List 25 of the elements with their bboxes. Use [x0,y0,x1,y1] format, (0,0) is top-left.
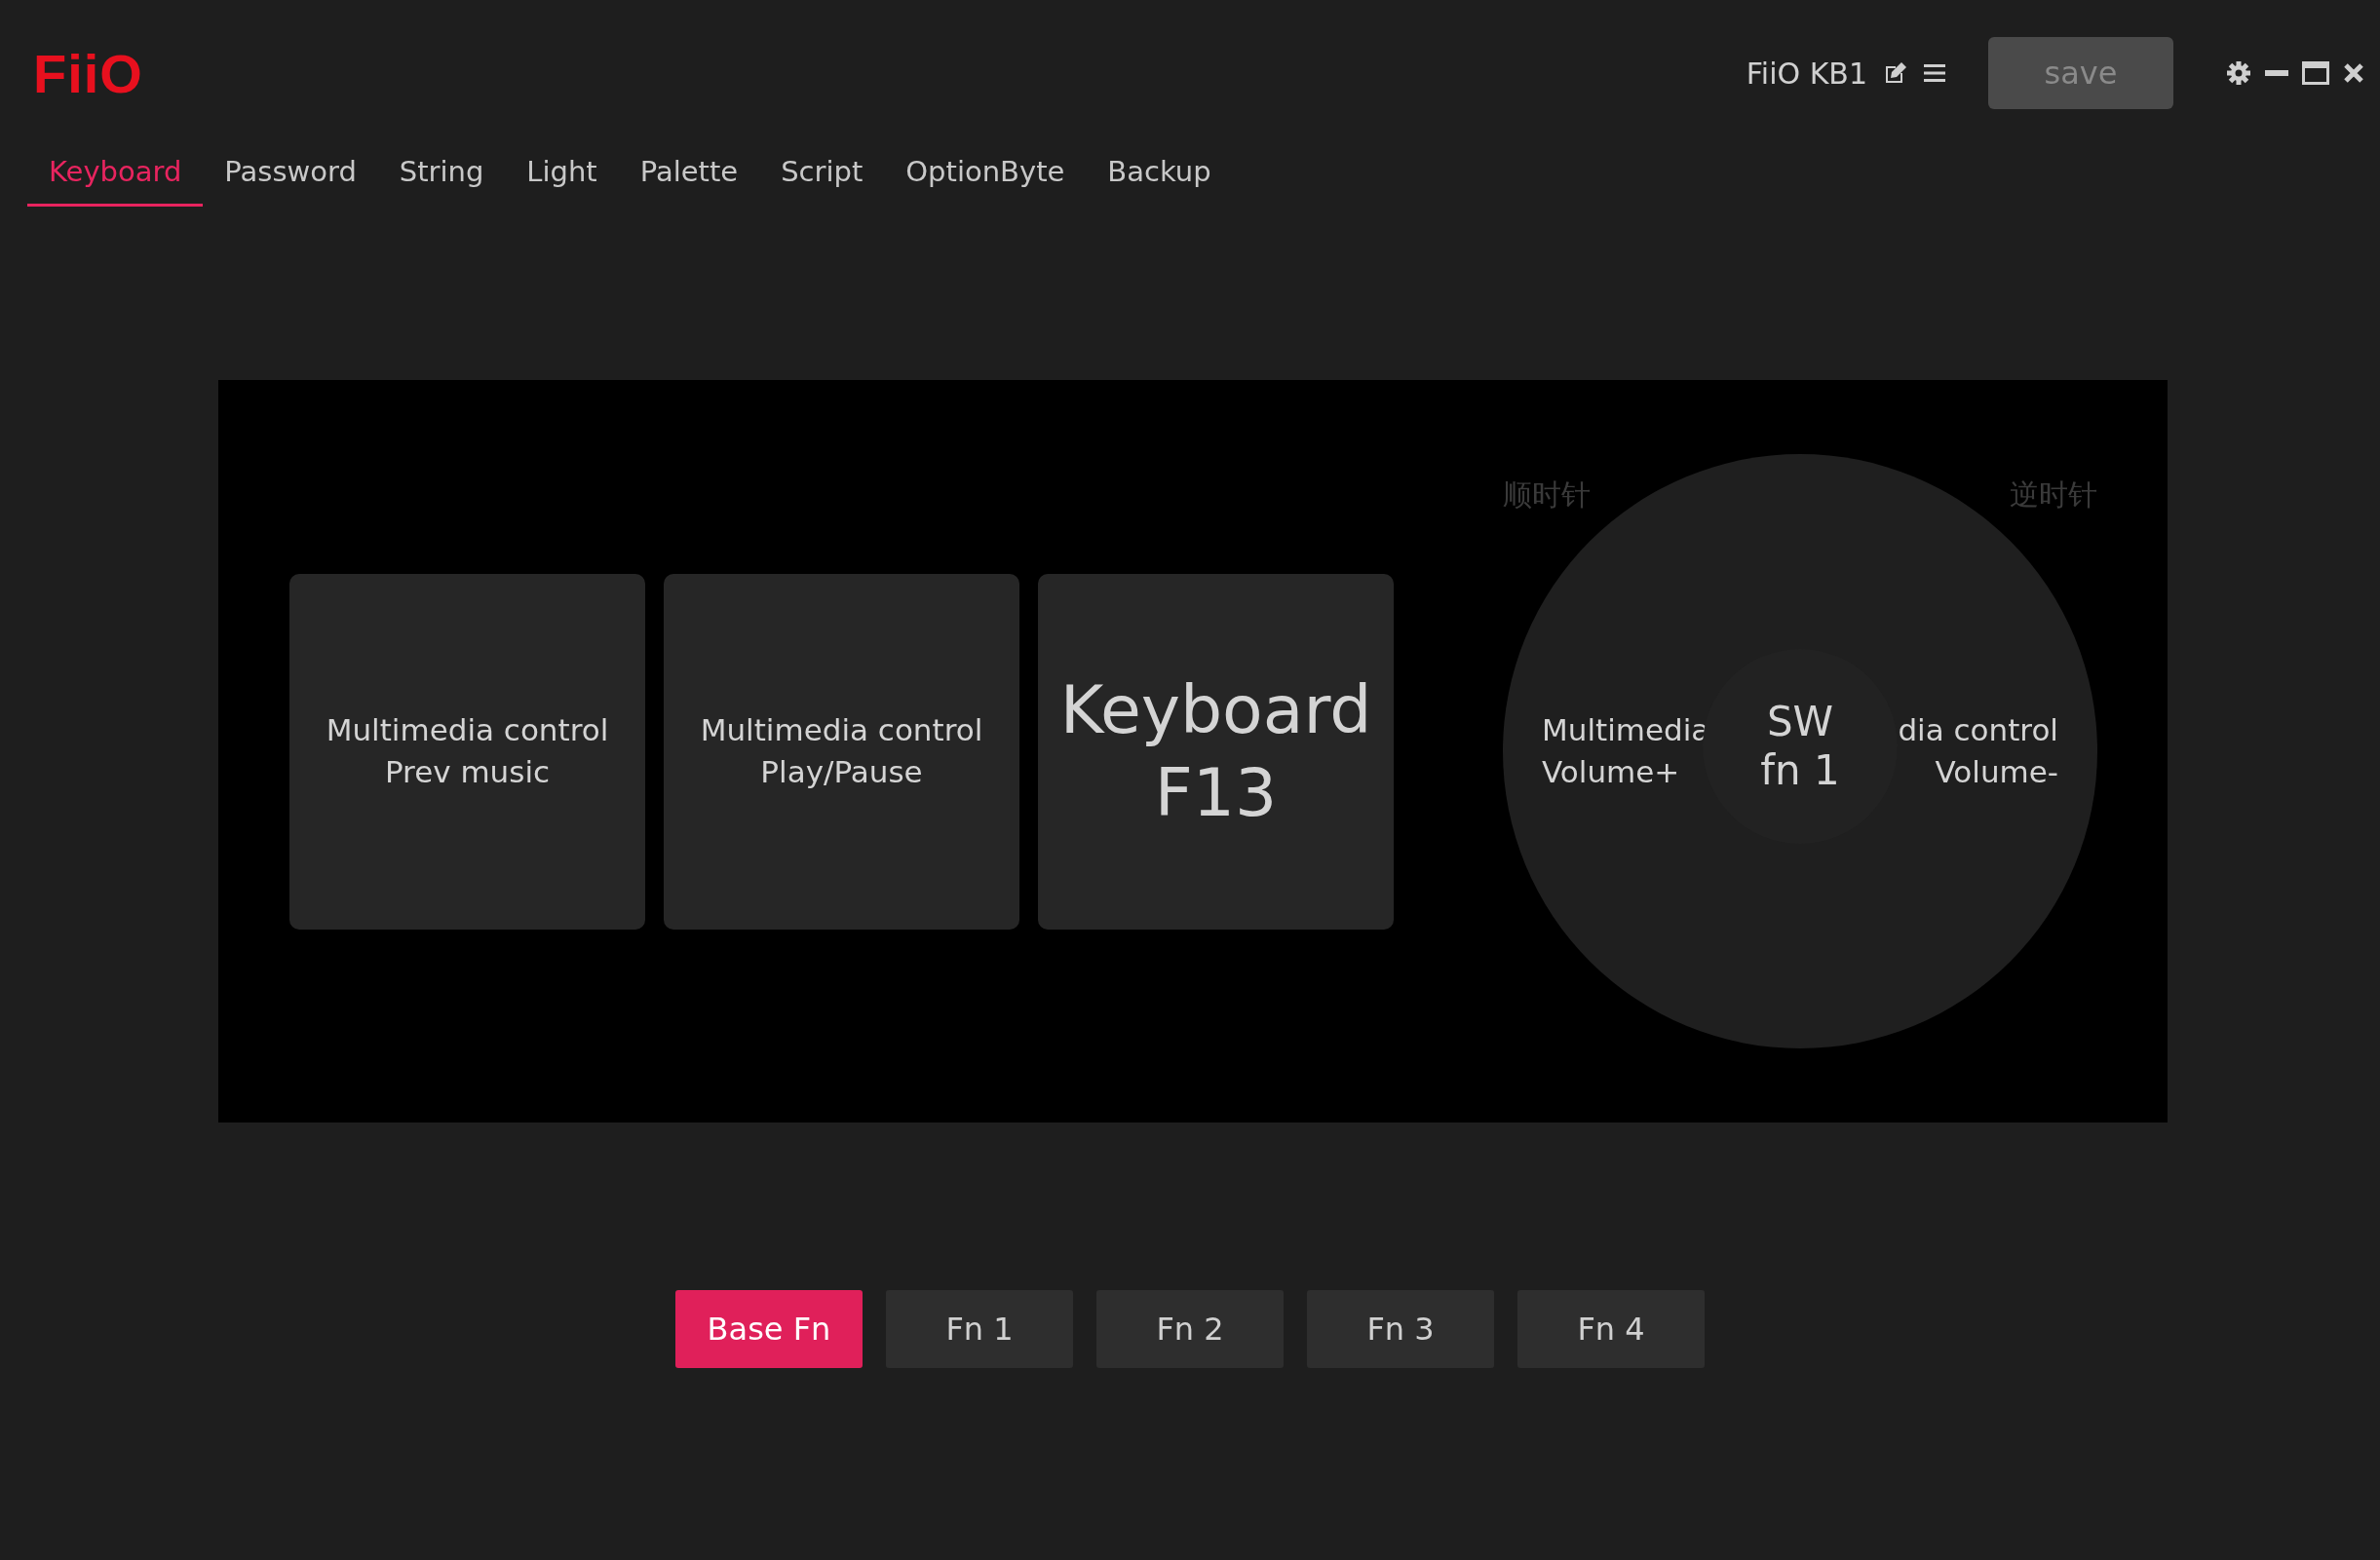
tab[interactable]: Light [505,146,619,207]
tab[interactable]: Backup [1086,146,1233,207]
knob-label: dia control Volume- [1898,710,2058,791]
device-name: FiiO KB1 [1746,56,1867,91]
key-button[interactable]: Multimedia control Prev music [289,573,645,930]
direction-label: 逆时针 [2010,476,2097,514]
tab[interactable]: OptionByte [884,146,1087,207]
key-button[interactable]: Keyboard F13 [1038,573,1394,930]
key-button[interactable]: Multimedia control Play/Pause [664,573,1019,930]
tab[interactable]: String [377,146,506,207]
menu-icon[interactable] [1922,61,1947,85]
layer-button[interactable]: Fn 3 [1307,1290,1494,1368]
direction-label: 顺时针 [1503,476,1591,514]
tab[interactable]: Palette [618,146,760,207]
maximize-icon[interactable] [2302,61,2329,85]
layer-button[interactable]: Base Fn [675,1290,863,1368]
layer-button[interactable]: Fn 2 [1096,1290,1284,1368]
tab[interactable]: Keyboard [27,146,204,207]
edit-icon[interactable] [1883,60,1908,86]
close-icon[interactable] [2343,62,2364,84]
tab[interactable]: Password [203,146,378,207]
logo: FiiO [33,41,143,105]
layer-button[interactable]: Fn 4 [1517,1290,1705,1368]
tab[interactable]: Script [759,146,885,207]
layer-button[interactable]: Fn 1 [886,1290,1073,1368]
